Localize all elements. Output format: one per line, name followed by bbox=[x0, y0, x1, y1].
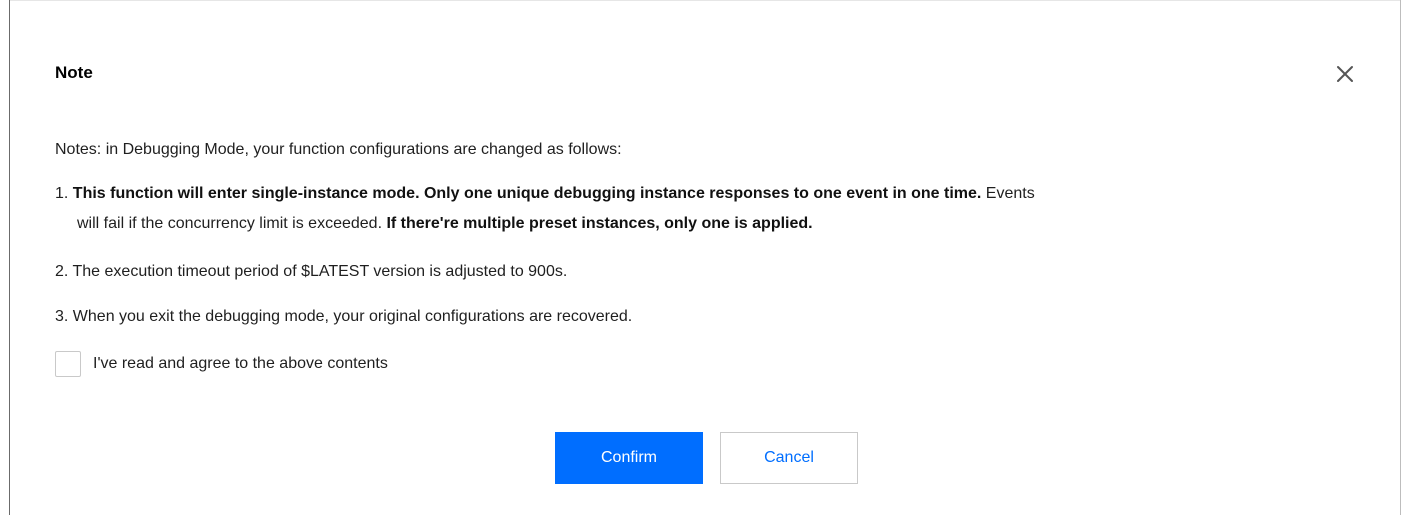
dialog-title: Note bbox=[55, 63, 93, 82]
confirm-button[interactable]: Confirm bbox=[555, 432, 703, 484]
note-item-1-bold-b: If there're multiple preset instances, o… bbox=[386, 215, 813, 232]
agree-checkbox[interactable] bbox=[55, 351, 81, 377]
cancel-button[interactable]: Cancel bbox=[720, 432, 858, 484]
note-dialog: Note Notes: in Debugging Mode, your func… bbox=[10, 1, 1400, 515]
screen: Note Notes: in Debugging Mode, your func… bbox=[0, 0, 1406, 515]
note-item-3: 3. When you exit the debugging mode, you… bbox=[55, 308, 633, 325]
agree-label: I've read and agree to the above content… bbox=[93, 355, 388, 372]
note-item-1-number: 1. bbox=[55, 185, 73, 202]
note-item-1-bold-a: This function will enter single-instance… bbox=[72, 185, 982, 202]
note-item-1-plain-a: Events bbox=[981, 185, 1035, 202]
intro-text: Notes: in Debugging Mode, your function … bbox=[55, 141, 622, 158]
note-item-1-line-1: 1. This function will enter single-insta… bbox=[55, 183, 1350, 204]
note-item-1-plain-b: will fail if the concurrency limit is ex… bbox=[77, 215, 387, 232]
window-edge-right bbox=[1400, 0, 1401, 515]
close-icon bbox=[1337, 66, 1353, 82]
note-item-1: 1. This function will enter single-insta… bbox=[55, 183, 1350, 234]
note-item-1-line-2: will fail if the concurrency limit is ex… bbox=[55, 213, 1350, 234]
close-button[interactable] bbox=[1333, 62, 1359, 88]
note-item-2: 2. The execution timeout period of $LATE… bbox=[55, 263, 568, 280]
agree-checkbox-row[interactable]: I've read and agree to the above content… bbox=[55, 349, 388, 379]
